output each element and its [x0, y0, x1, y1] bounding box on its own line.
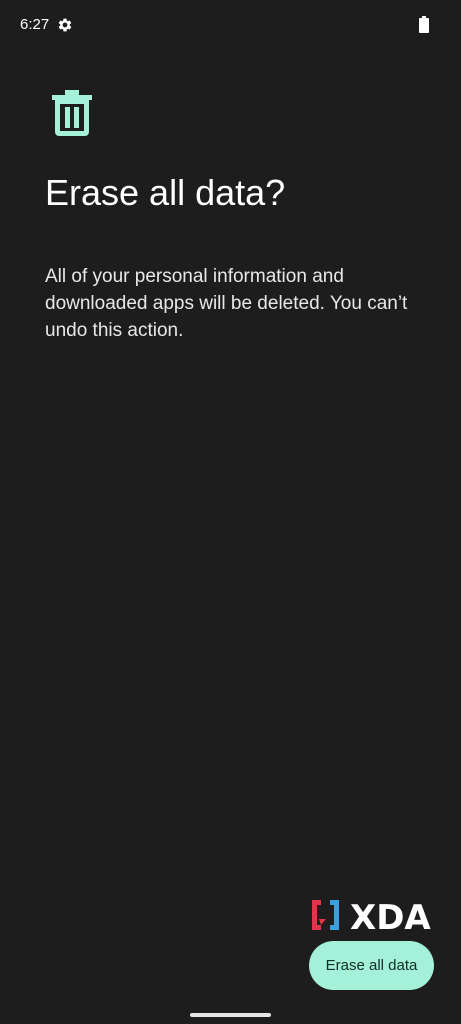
status-time: 6:27	[20, 16, 50, 33]
xda-logo: XDA	[312, 898, 431, 933]
status-bar: 6:27	[0, 0, 461, 50]
navigation-handle[interactable]	[190, 1013, 271, 1017]
erase-all-data-button[interactable]: Erase all data	[309, 941, 434, 990]
page-description: All of your personal information and dow…	[45, 266, 408, 341]
gear-icon	[58, 18, 72, 32]
xda-logo-wordmark: XDA	[350, 898, 431, 933]
trash-icon	[52, 90, 92, 136]
battery-icon	[419, 16, 429, 33]
page-title: Erase all data?	[45, 172, 286, 213]
xda-logo-text: XDA	[350, 898, 431, 933]
